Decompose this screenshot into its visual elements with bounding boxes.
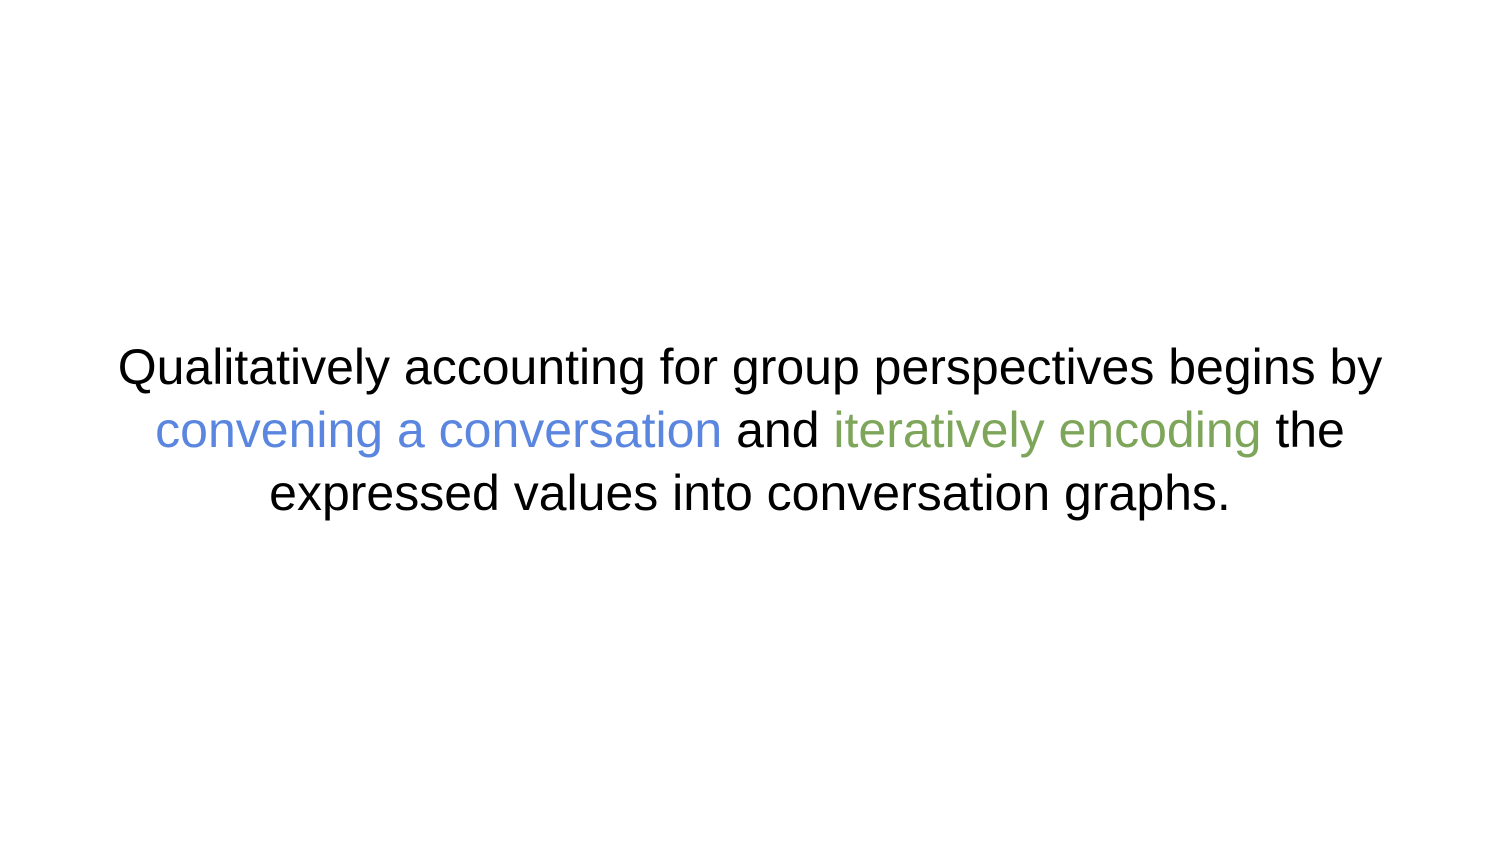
slide: Qualitatively accounting for group persp… — [0, 0, 1500, 843]
statement-line-2: convening a conversation and iteratively… — [60, 399, 1440, 462]
slide-statement: Qualitatively accounting for group persp… — [60, 336, 1440, 525]
statement-line-3: expressed values into conversation graph… — [269, 465, 1231, 521]
statement-line-1: Qualitatively accounting for group persp… — [117, 339, 1383, 395]
line2-tail-text: the — [1261, 402, 1345, 458]
connector-text: and — [722, 402, 834, 458]
highlight-convening: convening a conversation — [155, 402, 723, 458]
highlight-encoding: iteratively encoding — [833, 402, 1262, 458]
